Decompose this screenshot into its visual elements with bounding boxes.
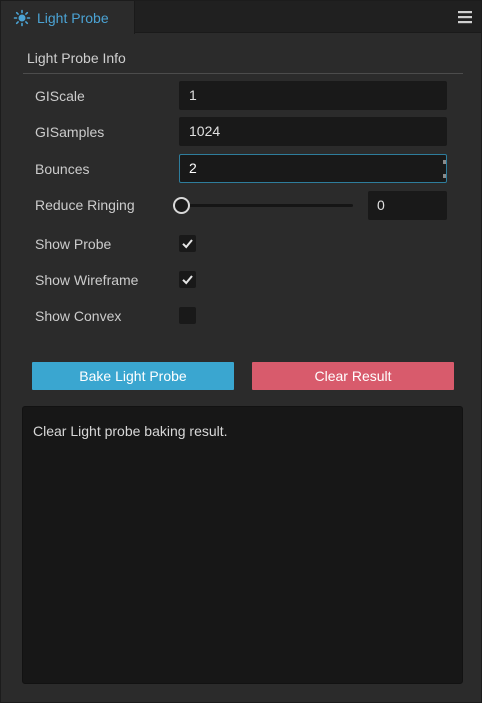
reduce-ringing-slider-track[interactable] [181,204,353,207]
bounces-value: 2 [189,160,197,176]
light-probe-panel: Light Probe Light Probe Info GIScale 1 G… [0,0,482,703]
show-convex-checkbox[interactable] [179,307,196,324]
bake-light-probe-button[interactable]: Bake Light Probe [32,362,234,390]
show-wireframe-label: Show Wireframe [35,272,139,288]
section-title: Light Probe Info [27,50,126,66]
reduce-ringing-label: Reduce Ringing [35,197,135,213]
result-output-panel: Clear Light probe baking result. [22,406,463,684]
show-probe-checkbox[interactable] [179,235,196,252]
reduce-ringing-input[interactable]: 0 [368,191,447,220]
reduce-ringing-slider-thumb[interactable] [173,197,190,214]
result-message: Clear Light probe baking result. [33,423,228,439]
tab-light-probe[interactable]: Light Probe [1,1,135,34]
checkmark-icon [182,275,193,285]
hamburger-menu-icon[interactable] [458,10,472,24]
panel-tab-bar: Light Probe [1,1,481,34]
show-probe-label: Show Probe [35,236,112,252]
bounces-stepper[interactable] [443,158,446,180]
tab-title: Light Probe [37,9,109,26]
bounces-input[interactable]: 2 [179,154,447,183]
gi-scale-input[interactable]: 1 [179,81,447,110]
show-wireframe-checkbox[interactable] [179,271,196,288]
bounces-label: Bounces [35,161,90,177]
checkmark-icon [182,239,193,249]
clear-result-button[interactable]: Clear Result [252,362,454,390]
section-divider [23,73,463,74]
gi-samples-label: GISamples [35,124,105,140]
gi-scale-label: GIScale [35,88,85,104]
light-probe-icon [13,9,31,27]
gi-samples-input[interactable]: 1024 [179,117,447,146]
show-convex-label: Show Convex [35,308,122,324]
